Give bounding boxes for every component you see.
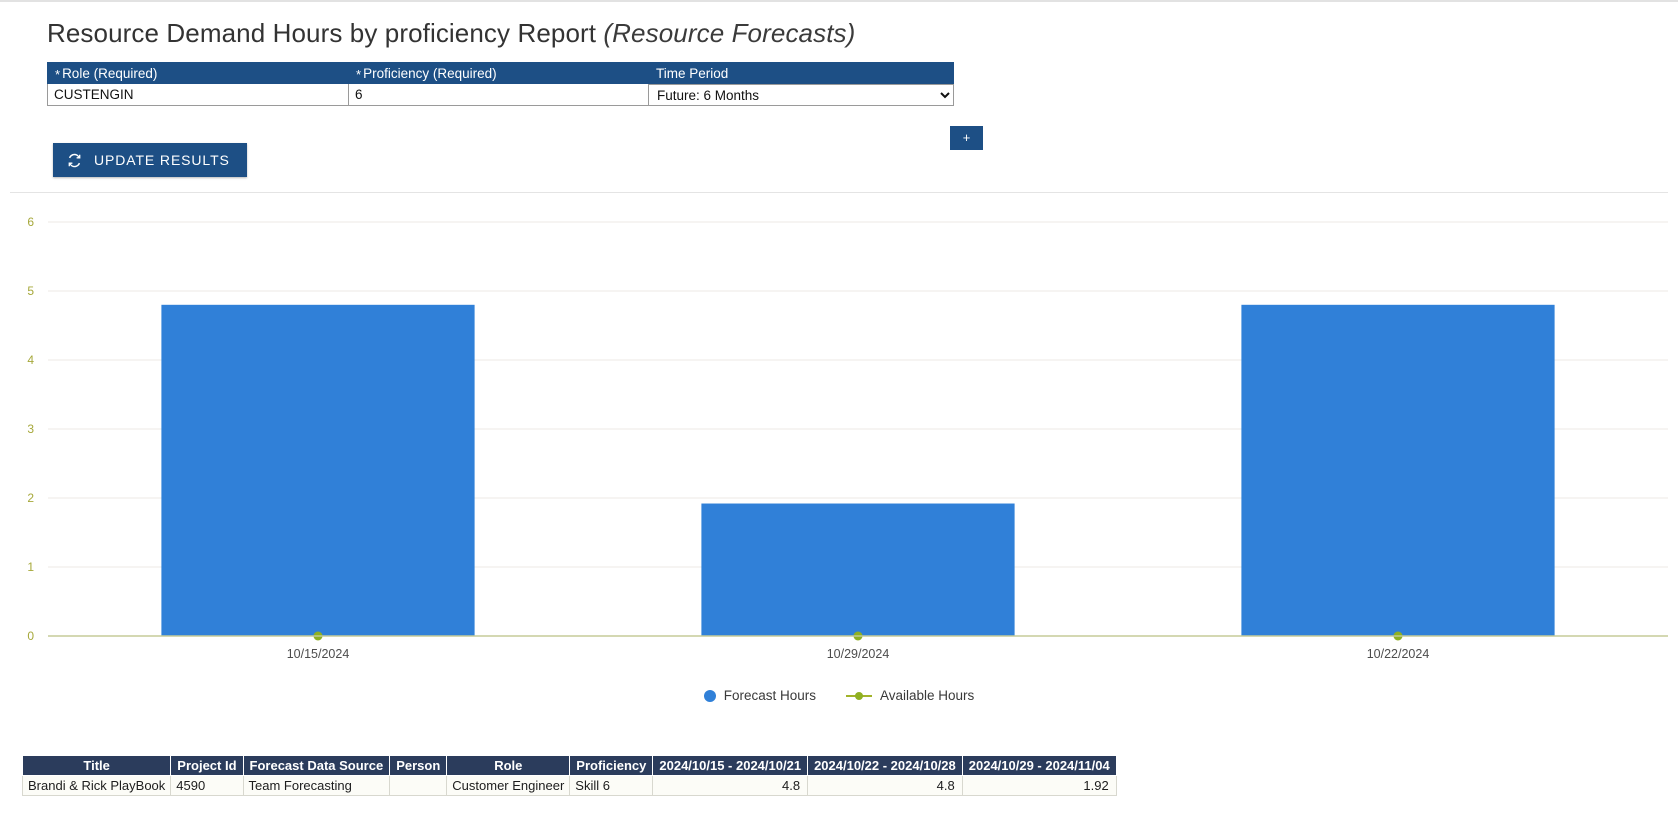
th-week-2: 2024/10/22 - 2024/10/28 — [807, 755, 963, 776]
required-marker-icon: * — [55, 67, 61, 82]
forecast-hours-chart[interactable]: 0 1 2 3 4 5 6 10/15/2024 10/29/2024 10/22/2024 — [0, 198, 1678, 688]
cell-week-3: 1.92 — [961, 775, 1117, 796]
chart-container: 0 1 2 3 4 5 6 10/15/2024 10/29/2024 10/22/2024 — [0, 198, 1678, 698]
filter-proficiency-label: * Proficiency (Required) — [348, 62, 652, 84]
chart-legend: Forecast Hours Available Hours — [0, 688, 1678, 703]
th-proficiency: Proficiency — [569, 755, 654, 776]
legend-circle-icon — [703, 689, 716, 702]
legend-label-forecast-hours: Forecast Hours — [723, 688, 816, 703]
required-marker-icon: * — [356, 67, 362, 82]
legend-line-marker-icon — [845, 691, 872, 700]
y-axis-tick-label: 1 — [27, 560, 34, 574]
th-forecast-data-source: Forecast Data Source — [242, 755, 391, 776]
filter-bar: *Role (Required) *Proficiency (Required)… — [0, 62, 1678, 150]
header-divider — [10, 192, 1668, 193]
cell-project-id: 4590 — [170, 775, 244, 796]
cell-week-1: 4.8 — [652, 775, 809, 796]
page-title-main: Resource Demand Hours by proficiency Rep… — [47, 18, 597, 48]
filter-time-period-select[interactable]: Future: 6 Months — [648, 84, 954, 106]
filter-role: * Role (Required) — [47, 62, 351, 106]
add-filter-button[interactable]: + — [950, 126, 983, 150]
filter-time-period: Time Period Future: 6 Months — [648, 62, 954, 106]
y-axis-tick-label: 5 — [27, 284, 34, 298]
forecast-data-table: Title Project Id Forecast Data Source Pe… — [21, 755, 1117, 796]
cell-week-2: 4.8 — [807, 775, 963, 796]
th-title: Title — [21, 755, 172, 776]
filter-role-input[interactable] — [47, 84, 351, 106]
filter-role-label: * Role (Required) — [47, 62, 351, 84]
cell-forecast-data-source: Team Forecasting — [242, 775, 391, 796]
table-header-row: Title Project Id Forecast Data Source Pe… — [21, 755, 1117, 776]
x-axis-tick-label: 10/29/2024 — [827, 647, 890, 661]
y-axis-tick-label: 2 — [27, 491, 34, 505]
page-title-subtitle: (Resource Forecasts) — [603, 18, 856, 48]
report-page: Resource Demand Hours by proficiency Rep… — [0, 0, 1678, 820]
update-results-label: UPDATE RESULTS — [94, 152, 230, 168]
th-role: Role — [446, 755, 571, 776]
legend-item-available-hours[interactable]: Available Hours — [845, 688, 975, 703]
filter-proficiency: * Proficiency (Required) — [348, 62, 652, 106]
y-axis-tick-label: 4 — [27, 353, 34, 367]
x-axis-tick-label: 10/15/2024 — [287, 647, 350, 661]
th-project-id: Project Id — [170, 755, 244, 776]
chart-bar[interactable] — [701, 503, 1015, 636]
cell-proficiency: Skill 6 — [569, 775, 654, 796]
cell-title: Brandi & Rick PlayBook — [21, 775, 172, 796]
filter-time-period-label: Time Period — [648, 62, 954, 84]
chart-bar[interactable] — [161, 304, 475, 636]
page-header: Resource Demand Hours by proficiency Rep… — [0, 0, 1678, 58]
y-axis-tick-label: 6 — [27, 215, 34, 229]
page-title: Resource Demand Hours by proficiency Rep… — [47, 18, 855, 49]
th-week-1: 2024/10/15 - 2024/10/21 — [652, 755, 809, 776]
th-week-3: 2024/10/29 - 2024/11/04 — [961, 755, 1117, 776]
filter-proficiency-input[interactable] — [348, 84, 652, 106]
cell-role: Customer Engineer — [446, 775, 571, 796]
th-person: Person — [389, 755, 448, 776]
table-row[interactable]: Brandi & Rick PlayBook 4590 Team Forecas… — [21, 775, 1117, 796]
chart-bar[interactable] — [1241, 304, 1555, 636]
legend-item-forecast-hours[interactable]: Forecast Hours — [703, 688, 816, 703]
cell-person — [389, 775, 448, 796]
x-axis-tick-label: 10/22/2024 — [1367, 647, 1430, 661]
y-axis-tick-label: 0 — [27, 629, 34, 643]
y-axis-tick-label: 3 — [27, 422, 34, 436]
refresh-icon — [68, 153, 81, 167]
update-results-button[interactable]: UPDATE RESULTS — [53, 143, 247, 177]
legend-label-available-hours: Available Hours — [879, 688, 975, 703]
